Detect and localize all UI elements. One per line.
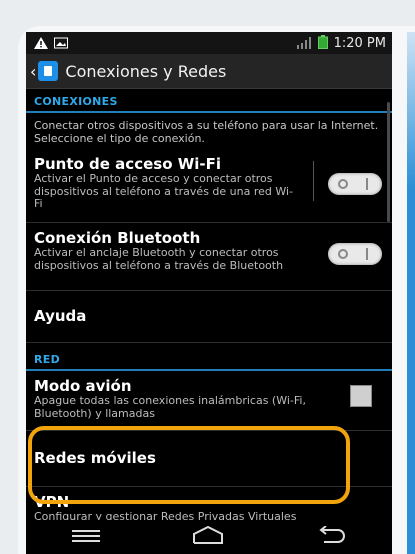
divider — [313, 161, 314, 201]
image-icon — [54, 34, 68, 53]
battery-icon — [317, 34, 328, 53]
status-bar: 1:20 PM — [26, 32, 392, 54]
help-title: Ayuda — [34, 307, 87, 325]
airplane-mode-subtitle: Apague todas las conexiones inalámbricas… — [34, 394, 306, 420]
edge-decoration — [407, 32, 415, 554]
wifi-hotspot-toggle[interactable] — [328, 173, 382, 195]
highlight-annotation — [28, 426, 350, 504]
signal-icon — [296, 34, 312, 53]
phone-screen: 1:20 PM ‹ Conexiones y Redes CONEXIONES … — [26, 32, 392, 554]
warning-icon — [34, 34, 48, 53]
back-icon[interactable] — [316, 525, 346, 548]
wifi-hotspot-subtitle: Activar el Punto de acceso y conectar ot… — [34, 172, 294, 210]
settings-app-icon[interactable] — [38, 61, 59, 81]
section-header-conexiones: CONEXIONES — [26, 89, 392, 113]
airplane-mode-checkbox[interactable] — [350, 385, 372, 407]
wifi-hotspot-title: Punto de acceso Wi-Fi — [34, 155, 222, 173]
scrollbar[interactable] — [387, 102, 390, 222]
menu-icon[interactable] — [72, 528, 101, 547]
home-icon[interactable] — [192, 525, 223, 548]
bluetooth-toggle[interactable] — [328, 243, 382, 265]
status-time: 1:20 PM — [333, 35, 386, 51]
airplane-mode-row[interactable]: Modo avión Apague todas las conexiones i… — [26, 371, 392, 431]
navigation-bar — [26, 520, 392, 554]
back-caret-icon[interactable]: ‹ — [30, 62, 36, 81]
bluetooth-row[interactable]: Conexión Bluetooth Activar el anclaje Bl… — [26, 223, 392, 291]
wifi-hotspot-row[interactable]: Punto de acceso Wi-Fi Activar el Punto d… — [26, 149, 392, 223]
bluetooth-subtitle: Activar el anclaje Bluetooth y conectar … — [34, 246, 284, 272]
section-description: Conectar otros dispositivos a su teléfon… — [34, 119, 379, 145]
section-header-red: RED — [26, 347, 392, 371]
action-bar: ‹ Conexiones y Redes — [26, 54, 392, 89]
help-row[interactable]: Ayuda — [26, 291, 392, 343]
airplane-mode-title: Modo avión — [34, 377, 132, 395]
screen-title: Conexiones y Redes — [65, 61, 227, 81]
